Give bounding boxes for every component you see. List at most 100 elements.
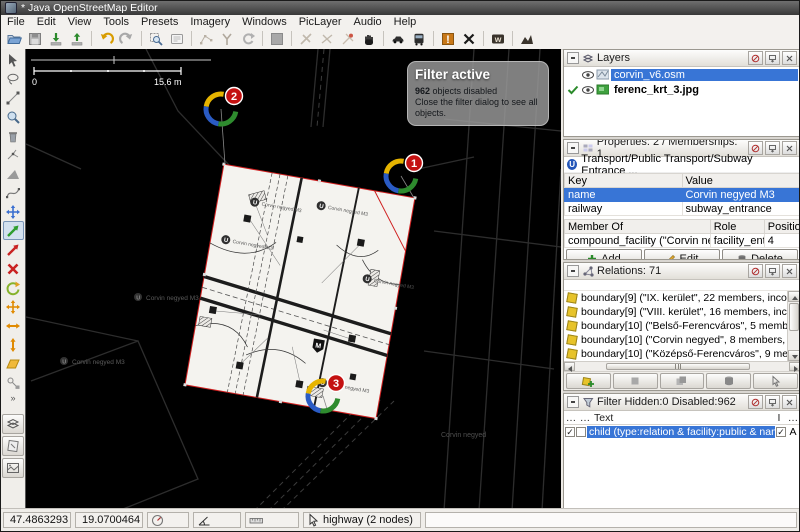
toggle-map-dialog-button[interactable] — [2, 458, 24, 478]
piclayer-scale-icon[interactable] — [3, 297, 24, 316]
layer-row-image[interactable]: ferenc_krt_3.jpg — [564, 82, 800, 97]
improve-accuracy-icon[interactable] — [3, 164, 24, 183]
select-icon[interactable] — [3, 50, 24, 69]
piclayer-scale-x-icon[interactable] — [3, 316, 24, 335]
relation-item[interactable]: boundary[9] ("IX. kerület", 22 members, … — [564, 291, 800, 305]
delete-relation-button[interactable] — [706, 373, 751, 389]
menu-edit[interactable]: Edit — [31, 16, 62, 28]
spline-icon[interactable] — [3, 183, 24, 202]
select-relation-button[interactable] — [753, 373, 798, 389]
duplicate-relation-button[interactable] — [660, 373, 705, 389]
scroll-left-icon[interactable] — [564, 362, 575, 371]
undo-icon[interactable] — [96, 29, 116, 48]
utils-tool-3-icon[interactable] — [338, 29, 358, 48]
extract-node-icon[interactable] — [3, 145, 24, 164]
scroll-thumb[interactable] — [606, 363, 750, 370]
piclayer-move-point-icon[interactable] — [3, 240, 24, 259]
filter-enabled-checkbox[interactable] — [565, 427, 575, 437]
horizontal-scrollbar[interactable] — [564, 361, 800, 371]
collapse-icon[interactable] — [567, 265, 579, 277]
save-icon[interactable] — [25, 29, 45, 48]
hide-panel-button[interactable] — [748, 395, 763, 409]
delete-tag-button[interactable]: Delete — [722, 249, 798, 260]
menu-file[interactable]: File — [1, 16, 31, 28]
scroll-down-icon[interactable] — [788, 350, 800, 361]
scroll-right-icon[interactable] — [789, 362, 800, 371]
dock-panel-button[interactable] — [765, 264, 780, 278]
visibility-eye-icon[interactable] — [581, 69, 594, 81]
move-layer-icon[interactable] — [3, 202, 24, 221]
menu-windows[interactable]: Windows — [236, 16, 293, 28]
membership-row[interactable]: compound_facility ("Corvin negyed M3", 1… — [565, 234, 800, 248]
stamp-icon[interactable] — [3, 373, 24, 392]
relations-filter-strip[interactable] — [564, 280, 800, 291]
toggle-properties-dialog-button[interactable] — [2, 436, 24, 456]
filter-inverted-checkbox[interactable] — [776, 427, 786, 437]
zoom-icon[interactable] — [3, 107, 24, 126]
refresh-icon[interactable] — [238, 29, 258, 48]
tag-row[interactable]: railway subway_entrance — [565, 202, 800, 216]
menu-presets[interactable]: Presets — [135, 16, 184, 28]
menu-view[interactable]: View — [62, 16, 98, 28]
visibility-eye-icon[interactable] — [581, 84, 594, 96]
scroll-up-icon[interactable] — [788, 291, 800, 302]
piclayer-move-icon[interactable] — [3, 221, 24, 240]
close-panel-button[interactable] — [782, 395, 797, 409]
edit-relation-button[interactable] — [613, 373, 658, 389]
layer-row-osm[interactable]: corvin_v6.osm — [564, 67, 800, 82]
piclayer-shear-icon[interactable] — [3, 354, 24, 373]
dock-panel-button[interactable] — [765, 51, 780, 65]
collapse-icon[interactable] — [567, 142, 579, 154]
hide-panel-button[interactable] — [748, 264, 763, 278]
tag-row[interactable]: name Corvin negyed M3 — [565, 188, 800, 202]
delete-icon[interactable] — [459, 29, 479, 48]
piclayer-rotate-icon[interactable] — [3, 278, 24, 297]
lasso-icon[interactable] — [3, 69, 24, 88]
relation-item[interactable]: boundary[10] ("Középső-Ferencváros", 9 m… — [564, 347, 800, 361]
merge-nodes-icon[interactable] — [217, 29, 237, 48]
validator-warning-icon[interactable]: ! — [438, 29, 458, 48]
relation-item[interactable]: boundary[9] ("VIII. kerület", 16 members… — [564, 305, 800, 319]
filter-row[interactable]: child (type:relation & facility:public &… — [564, 425, 800, 439]
terrain-levels-icon[interactable] — [517, 29, 537, 48]
new-relation-button[interactable] — [566, 373, 611, 389]
collapse-icon[interactable] — [567, 52, 579, 64]
draw-node-icon[interactable] — [3, 88, 24, 107]
map-canvas[interactable]: 0 15.6 m — [26, 49, 561, 511]
pan-hand-icon[interactable] — [359, 29, 379, 48]
scroll-thumb[interactable] — [789, 303, 799, 331]
add-tag-button[interactable]: Add — [566, 249, 642, 260]
upload-data-icon[interactable] — [67, 29, 87, 48]
redo-icon[interactable] — [117, 29, 137, 48]
more-tools-button[interactable]: » — [10, 392, 15, 404]
menu-piclayer[interactable]: PicLayer — [293, 16, 348, 28]
preset-row[interactable]: U Transport/Public Transport/Subway Entr… — [564, 157, 800, 173]
download-data-icon[interactable] — [46, 29, 66, 48]
close-panel-button[interactable] — [782, 51, 797, 65]
delete-node-icon[interactable] — [3, 126, 24, 145]
filter-hidden-checkbox[interactable] — [576, 427, 586, 437]
menu-tools[interactable]: Tools — [97, 16, 135, 28]
piclayer-scale-y-icon[interactable] — [3, 335, 24, 354]
vertical-scrollbar[interactable] — [787, 291, 800, 361]
open-icon[interactable] — [4, 29, 24, 48]
piclayer-remove-point-icon[interactable] — [3, 259, 24, 278]
draw-way-icon[interactable] — [196, 29, 216, 48]
menu-imagery[interactable]: Imagery — [184, 16, 236, 28]
relation-item[interactable]: boundary[10] ("Belső-Ferencváros", 5 mem… — [564, 319, 800, 333]
relation-item[interactable]: boundary[10] ("Corvin negyed", 8 members… — [564, 333, 800, 347]
wms-layer-icon[interactable]: w — [488, 29, 508, 48]
public-transport-icon[interactable] — [409, 29, 429, 48]
hide-panel-button[interactable] — [748, 51, 763, 65]
menu-help[interactable]: Help — [388, 16, 423, 28]
edit-tag-button[interactable]: Edit — [644, 249, 720, 260]
collapse-icon[interactable] — [567, 396, 579, 408]
menu-audio[interactable]: Audio — [348, 16, 388, 28]
status-help-field[interactable] — [425, 512, 797, 528]
car-icon[interactable] — [388, 29, 408, 48]
dock-panel-button[interactable] — [765, 395, 780, 409]
close-panel-button[interactable] — [782, 264, 797, 278]
utils-tool-2-icon[interactable] — [317, 29, 337, 48]
history-icon[interactable] — [167, 29, 187, 48]
utils-tool-1-icon[interactable] — [296, 29, 316, 48]
